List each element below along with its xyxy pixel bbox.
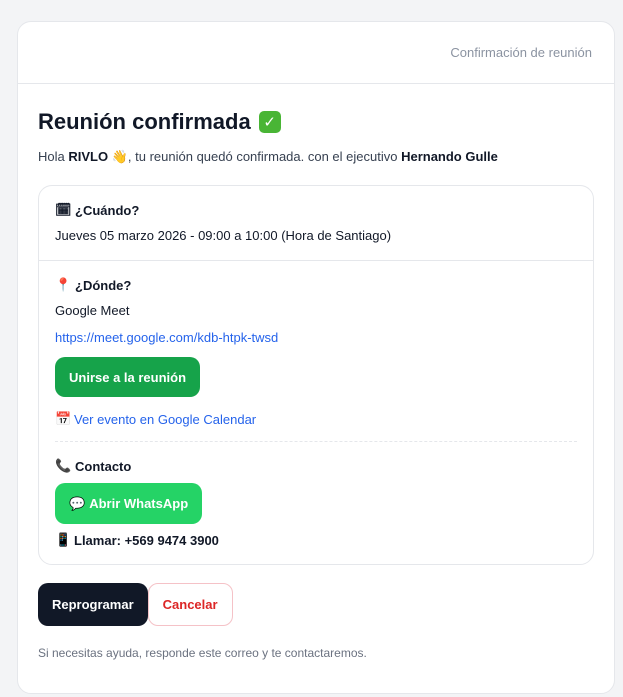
when-title: 🗓 ¿Cuándo? bbox=[55, 202, 577, 218]
calendar-link-label: Ver evento en Google Calendar bbox=[74, 411, 257, 427]
reschedule-button[interactable]: Reprogramar bbox=[38, 583, 148, 626]
card-content: Reunión confirmada ✓ Hola RIVLO 👋, tu re… bbox=[18, 109, 614, 660]
google-calendar-link[interactable]: 📅 Ver evento en Google Calendar bbox=[55, 411, 577, 427]
calendar-icon: 🗓 bbox=[55, 202, 72, 217]
intro-text: Hola RIVLO 👋, tu reunión quedó confirmad… bbox=[38, 149, 594, 165]
header-label: Confirmación de reunión bbox=[450, 45, 592, 60]
divider bbox=[55, 441, 577, 442]
telephone-icon: 📞 bbox=[55, 458, 72, 473]
check-mark-icon: ✓ bbox=[258, 111, 281, 133]
action-buttons: Reprogramar Cancelar bbox=[38, 583, 594, 626]
where-section: 📍 ¿Dónde? Google Meet https://meet.googl… bbox=[39, 261, 593, 564]
executive-name: Hernando Gulle bbox=[401, 149, 498, 164]
details-box: 🗓 ¿Cuándo? Jueves 05 marzo 2026 - 09:00 … bbox=[38, 185, 594, 565]
call-link[interactable]: 📱 Llamar: +569 9474 3900 bbox=[55, 532, 577, 548]
whatsapp-label: Abrir WhatsApp bbox=[89, 496, 189, 511]
intro-middle: , tu reunión quedó confirmada. con el ej… bbox=[127, 149, 402, 164]
intro-prefix: Hola bbox=[38, 149, 69, 164]
title-text: Reunión confirmada bbox=[38, 109, 251, 134]
location-pin-icon: 📍 bbox=[55, 277, 72, 292]
footer-note: Si necesitas ayuda, responde este correo… bbox=[38, 646, 367, 660]
where-title-text: ¿Dónde? bbox=[75, 277, 132, 293]
platform-name: Google Meet bbox=[55, 303, 130, 318]
mobile-phone-icon: 📱 bbox=[55, 532, 72, 547]
when-section: 🗓 ¿Cuándo? Jueves 05 marzo 2026 - 09:00 … bbox=[39, 186, 593, 261]
cancel-button[interactable]: Cancelar bbox=[147, 583, 233, 626]
open-whatsapp-button[interactable]: 💬 Abrir WhatsApp bbox=[55, 483, 203, 524]
calendar-icon: 📅 bbox=[55, 411, 72, 426]
card-header: Confirmación de reunión bbox=[18, 22, 614, 84]
where-title: 📍 ¿Dónde? bbox=[55, 277, 577, 293]
contact-title-text: Contacto bbox=[75, 458, 132, 474]
contact-title: 📞 Contacto bbox=[55, 458, 577, 474]
confirmation-card: Confirmación de reunión Reunión confirma… bbox=[17, 21, 615, 694]
meeting-url-link[interactable]: https://meet.google.com/kdb-htpk-twsd bbox=[55, 330, 577, 345]
waving-hand-icon: 👋 bbox=[111, 149, 128, 164]
call-label: Llamar: +569 9474 3900 bbox=[74, 532, 219, 548]
client-name: RIVLO bbox=[68, 149, 109, 164]
join-meeting-button[interactable]: Unirse a la reunión bbox=[55, 357, 201, 397]
page-title: Reunión confirmada ✓ bbox=[38, 109, 594, 135]
speech-bubble-icon: 💬 bbox=[69, 495, 86, 511]
when-title-text: ¿Cuándo? bbox=[75, 202, 140, 218]
when-value: Jueves 05 marzo 2026 - 09:00 a 10:00 (Ho… bbox=[55, 228, 392, 243]
